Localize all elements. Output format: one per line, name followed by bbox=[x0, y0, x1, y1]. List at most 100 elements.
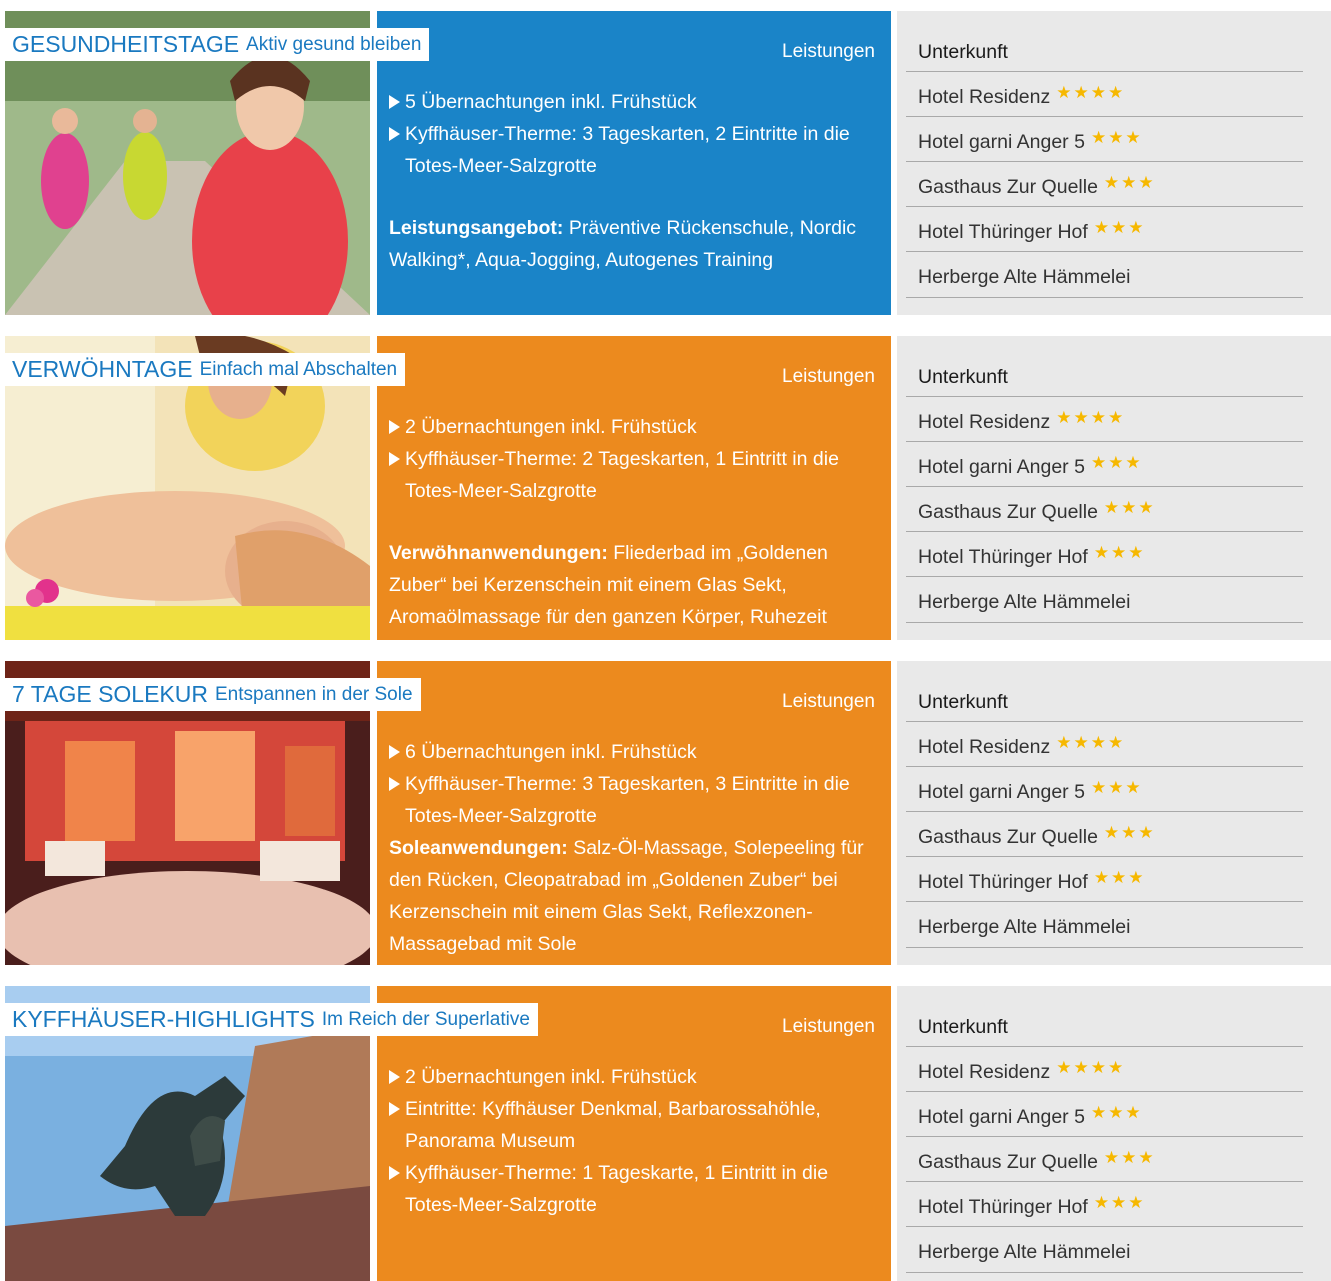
star-rating: ★★★ bbox=[1093, 868, 1146, 887]
hotel-name: Gasthaus Zur Quelle bbox=[918, 501, 1098, 523]
star-rating: ★★★★ bbox=[1056, 1058, 1126, 1077]
hotel-name: Gasthaus Zur Quelle bbox=[918, 1151, 1098, 1173]
lodging-item: Hotel Thüringer Hof ★★★ bbox=[906, 206, 1303, 251]
services-note: Verwöhnanwendungen: Fliederbad im „Golde… bbox=[389, 537, 884, 633]
lodging-item: Hotel Thüringer Hof ★★★ bbox=[906, 856, 1303, 901]
hotel-name: Herberge Alte Hämmelei bbox=[918, 266, 1131, 288]
lodging-item: Herberge Alte Hämmelei bbox=[906, 901, 1303, 948]
lodging-item: Herberge Alte Hämmelei bbox=[906, 576, 1303, 623]
star-rating: ★★★ bbox=[1103, 498, 1156, 517]
star-rating: ★★★ bbox=[1093, 1193, 1146, 1212]
package-name: VERWÖHNTAGE bbox=[12, 356, 193, 382]
lodging-item: Gasthaus Zur Quelle ★★★ bbox=[906, 1136, 1303, 1181]
lodging-item: Hotel Residenz ★★★★ bbox=[906, 396, 1303, 441]
package-title: 7 TAGE SOLEKUR Entspannen in der Sole bbox=[5, 678, 421, 711]
service-item: 2 Übernachtungen inkl. Frühstück bbox=[389, 411, 884, 443]
hotel-name: Hotel Thüringer Hof bbox=[918, 221, 1088, 243]
service-item: Kyffhäuser-Therme: 3 Tageskarten, 2 Eint… bbox=[389, 118, 884, 182]
star-rating: ★★★ bbox=[1103, 1148, 1156, 1167]
service-item: Kyffhäuser-Therme: 3 Tageskarten, 3 Eint… bbox=[389, 768, 884, 832]
package-title: KYFFHÄUSER-HIGHLIGHTS Im Reich der Super… bbox=[5, 1003, 538, 1036]
note-label: Soleanwendungen: bbox=[389, 837, 568, 859]
package-gesundheitstage: GESUNDHEITSTAGE Aktiv gesund bleiben Lei… bbox=[0, 11, 1331, 315]
hotel-name: Hotel Thüringer Hof bbox=[918, 546, 1088, 568]
services-note: Soleanwendungen: Salz-Öl-Massage, Solepe… bbox=[389, 832, 884, 960]
lodging-item: Herberge Alte Hämmelei bbox=[906, 251, 1303, 298]
package-name: 7 TAGE SOLEKUR bbox=[12, 681, 208, 707]
services-heading: Leistungen bbox=[782, 1016, 875, 1037]
lodging-item: Hotel garni Anger 5 ★★★ bbox=[906, 766, 1303, 811]
note-label: Verwöhnanwendungen: bbox=[389, 542, 608, 564]
hotel-name: Gasthaus Zur Quelle bbox=[918, 176, 1098, 198]
service-item: 2 Übernachtungen inkl. Frühstück bbox=[389, 1061, 884, 1093]
package-title: VERWÖHNTAGE Einfach mal Abschalten bbox=[5, 353, 406, 386]
hotel-name: Hotel Residenz bbox=[918, 1061, 1051, 1083]
star-rating: ★★★★ bbox=[1056, 733, 1126, 752]
lodging-item: Hotel garni Anger 5 ★★★ bbox=[906, 116, 1303, 161]
hotel-name: Herberge Alte Hämmelei bbox=[918, 1241, 1131, 1263]
lodging-item: Gasthaus Zur Quelle ★★★ bbox=[906, 486, 1303, 531]
services-list: 2 Übernachtungen inkl. Frühstück Eintrit… bbox=[389, 1061, 884, 1221]
lodging-item: Hotel Residenz ★★★★ bbox=[906, 1046, 1303, 1091]
star-rating: ★★★★ bbox=[1056, 408, 1126, 427]
star-rating: ★★★ bbox=[1090, 128, 1143, 147]
lodging-panel: Unterkunft Hotel Residenz ★★★★ Hotel garn… bbox=[897, 336, 1331, 640]
star-rating: ★★★ bbox=[1090, 778, 1143, 797]
lodging-item: Hotel garni Anger 5 ★★★ bbox=[906, 441, 1303, 486]
star-rating: ★★★ bbox=[1090, 1103, 1143, 1122]
service-item: 5 Übernachtungen inkl. Frühstück bbox=[389, 86, 884, 118]
package-name: GESUNDHEITSTAGE bbox=[12, 31, 240, 57]
hotel-name: Herberge Alte Hämmelei bbox=[918, 591, 1131, 613]
package-subtitle: Entspannen in der Sole bbox=[215, 684, 413, 705]
services-note: Leistungsangebot: Präventive Rückenschul… bbox=[389, 212, 884, 276]
lodging-list: Hotel Residenz ★★★★ Hotel garni Anger 5 ★★… bbox=[906, 1046, 1303, 1273]
lodging-heading: Unterkunft bbox=[918, 41, 1008, 63]
lodging-heading: Unterkunft bbox=[918, 691, 1008, 713]
service-item: 6 Übernachtungen inkl. Frühstück bbox=[389, 736, 884, 768]
hotel-name: Hotel Thüringer Hof bbox=[918, 1196, 1088, 1218]
hotel-name: Hotel Residenz bbox=[918, 86, 1051, 108]
package-title: GESUNDHEITSTAGE Aktiv gesund bleiben bbox=[5, 28, 430, 61]
package-kyffhaeuser-highlights: KYFFHÄUSER-HIGHLIGHTS Im Reich der Super… bbox=[0, 986, 1331, 1281]
services-list: 6 Übernachtungen inkl. Frühstück Kyffhäu… bbox=[389, 736, 884, 960]
services-panel: Leistungen 5 Übernachtungen inkl. Frühst… bbox=[377, 11, 891, 315]
lodging-list: Hotel Residenz ★★★★ Hotel garni Anger 5 ★★… bbox=[906, 721, 1303, 948]
hotel-name: Hotel Thüringer Hof bbox=[918, 871, 1088, 893]
service-item: Kyffhäuser-Therme: 1 Tageskarte, 1 Eintr… bbox=[389, 1157, 884, 1221]
lodging-panel: Unterkunft Hotel Residenz ★★★★ Hotel garn… bbox=[897, 986, 1331, 1281]
services-panel: Leistungen 2 Übernachtungen inkl. Frühst… bbox=[377, 336, 891, 640]
services-heading: Leistungen bbox=[782, 691, 875, 712]
lodging-item: Gasthaus Zur Quelle ★★★ bbox=[906, 161, 1303, 206]
hotel-name: Hotel garni Anger 5 bbox=[918, 131, 1085, 153]
lodging-item: Hotel Thüringer Hof ★★★ bbox=[906, 1181, 1303, 1226]
hotel-name: Hotel Residenz bbox=[918, 736, 1051, 758]
hotel-name: Hotel garni Anger 5 bbox=[918, 1106, 1085, 1128]
package-subtitle: Aktiv gesund bleiben bbox=[246, 34, 422, 55]
services-heading: Leistungen bbox=[782, 41, 875, 62]
package-subtitle: Einfach mal Abschalten bbox=[199, 359, 398, 380]
lodging-item: Hotel Residenz ★★★★ bbox=[906, 71, 1303, 116]
service-item: Eintritte: Kyffhäuser Denkmal, Barbaross… bbox=[389, 1093, 884, 1157]
package-solekur: 7 TAGE SOLEKUR Entspannen in der Sole Le… bbox=[0, 661, 1331, 965]
services-panel: Leistungen 6 Übernachtungen inkl. Frühst… bbox=[377, 661, 891, 965]
lodging-panel: Unterkunft Hotel Residenz ★★★★ Hotel garn… bbox=[897, 661, 1331, 965]
services-heading: Leistungen bbox=[782, 366, 875, 387]
lodging-heading: Unterkunft bbox=[918, 1016, 1008, 1038]
hotel-name: Hotel Residenz bbox=[918, 411, 1051, 433]
star-rating: ★★★ bbox=[1093, 543, 1146, 562]
star-rating: ★★★ bbox=[1103, 823, 1156, 842]
lodging-item: Hotel garni Anger 5 ★★★ bbox=[906, 1091, 1303, 1136]
hotel-name: Hotel garni Anger 5 bbox=[918, 456, 1085, 478]
service-item: Kyffhäuser-Therme: 2 Tageskarten, 1 Eint… bbox=[389, 443, 884, 507]
note-label: Leistungsangebot: bbox=[389, 217, 564, 239]
lodging-item: Herberge Alte Hämmelei bbox=[906, 1226, 1303, 1273]
lodging-item: Hotel Residenz ★★★★ bbox=[906, 721, 1303, 766]
lodging-list: Hotel Residenz ★★★★ Hotel garni Anger 5 ★★… bbox=[906, 71, 1303, 298]
lodging-heading: Unterkunft bbox=[918, 366, 1008, 388]
package-subtitle: Im Reich der Superlative bbox=[321, 1009, 530, 1030]
lodging-list: Hotel Residenz ★★★★ Hotel garni Anger 5 ★★… bbox=[906, 396, 1303, 623]
lodging-item: Gasthaus Zur Quelle ★★★ bbox=[906, 811, 1303, 856]
services-list: 5 Übernachtungen inkl. Frühstück Kyffhäu… bbox=[389, 86, 884, 276]
hotel-name: Gasthaus Zur Quelle bbox=[918, 826, 1098, 848]
lodging-panel: Unterkunft Hotel Residenz ★★★★ Hotel garn… bbox=[897, 11, 1331, 315]
